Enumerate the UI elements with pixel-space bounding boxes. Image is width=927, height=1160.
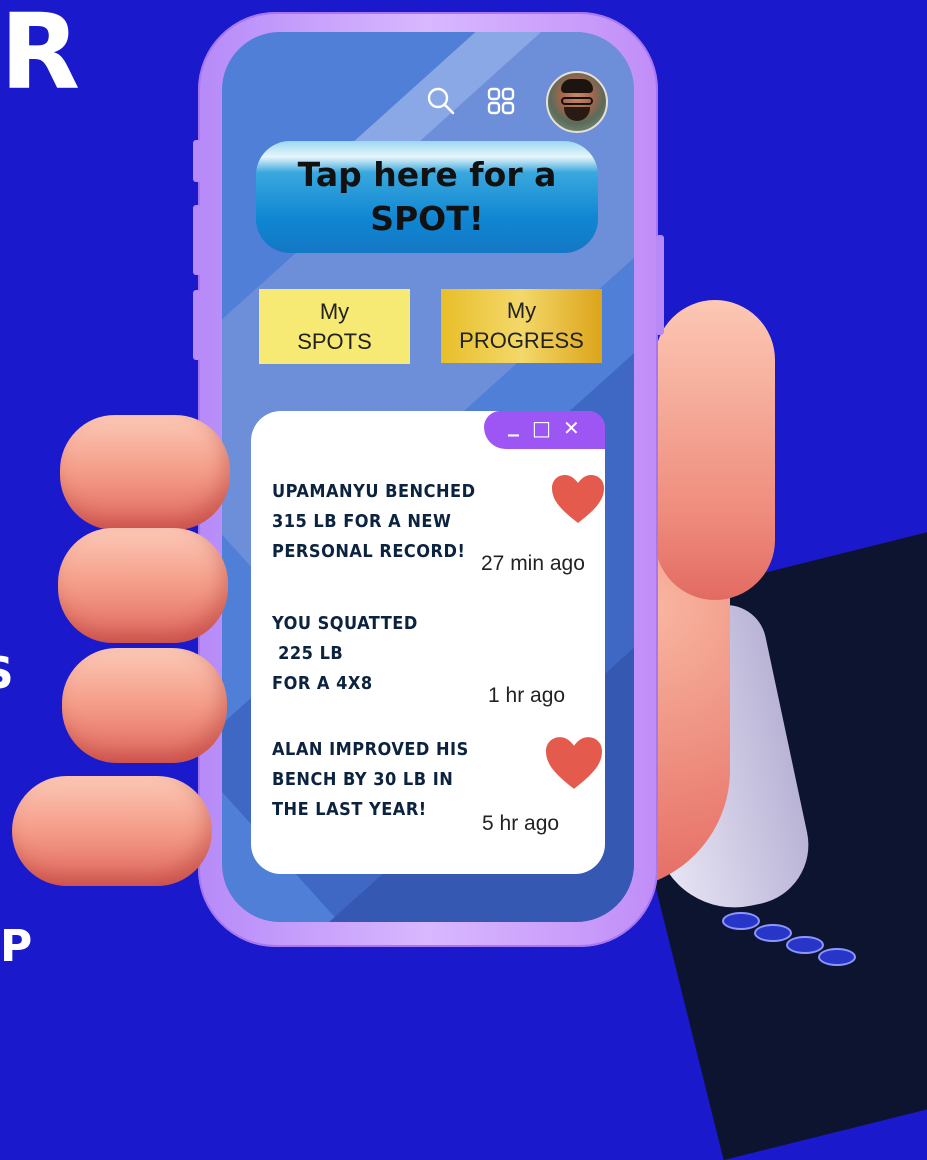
heart-icon[interactable]	[543, 735, 605, 791]
feed-item-line: 315 lb for a new	[272, 511, 452, 532]
my-spots-label-line1: My	[319, 298, 350, 324]
my-progress-button[interactable]: My PROGRESS	[441, 289, 602, 363]
cropped-bottom-text: P	[0, 921, 33, 972]
my-progress-label-line1: My	[506, 298, 537, 323]
hand-thumb	[655, 300, 775, 600]
close-button[interactable]: ✕	[563, 416, 580, 440]
feed-item-time: 1 hr ago	[488, 684, 566, 707]
hand-finger	[60, 415, 230, 530]
cropped-side-text: S	[0, 652, 14, 696]
phone-side-button	[193, 140, 201, 182]
feed-item-line: for a 4x8	[272, 673, 373, 694]
heart-icon[interactable]	[550, 473, 606, 525]
feed-item-line: the last year!	[272, 799, 427, 820]
hand-finger	[62, 648, 227, 763]
maximize-button[interactable]: □	[532, 416, 551, 440]
feed-item-text: Alan improved his bench by 30 lb in the …	[272, 735, 469, 825]
cropped-heading-letter: R	[0, 0, 81, 113]
grid-icon[interactable]	[484, 84, 518, 118]
my-spots-button[interactable]: My SPOTS	[259, 289, 410, 364]
feed-item-text: You squatted 225 lb for a 4x8	[272, 609, 418, 699]
user-avatar[interactable]	[546, 71, 608, 133]
feed-item-line: Personal Record!	[272, 541, 466, 562]
feed-item-line: Upamanyu benched	[272, 481, 476, 502]
feed-item-line: bench by 30 lb in	[272, 769, 454, 790]
feed-item-time: 27 min ago	[481, 552, 585, 575]
search-icon[interactable]	[424, 84, 458, 118]
hand-finger	[58, 528, 228, 643]
minimize-button[interactable]: _	[508, 412, 519, 437]
my-spots-label-line2: SPOTS	[297, 328, 372, 354]
request-spot-button[interactable]: Tap here for a SPOT!	[256, 141, 598, 253]
phone-side-button	[193, 205, 201, 275]
phone-power-button	[656, 235, 664, 335]
feed-item-line: You squatted	[272, 613, 418, 634]
feed-item-line: 225 lb	[272, 643, 344, 664]
my-progress-label-line2: PROGRESS	[459, 328, 584, 353]
spot-button-label-line1: Tap here for a	[297, 155, 557, 194]
spot-button-label-line2: SPOT!	[370, 199, 484, 238]
hand-finger	[12, 776, 212, 886]
feed-item-text: Upamanyu benched 315 lb for a new Person…	[272, 477, 476, 567]
feed-item-line: Alan improved his	[272, 739, 469, 760]
feed-item-time: 5 hr ago	[482, 812, 560, 835]
phone-side-button	[193, 290, 201, 360]
